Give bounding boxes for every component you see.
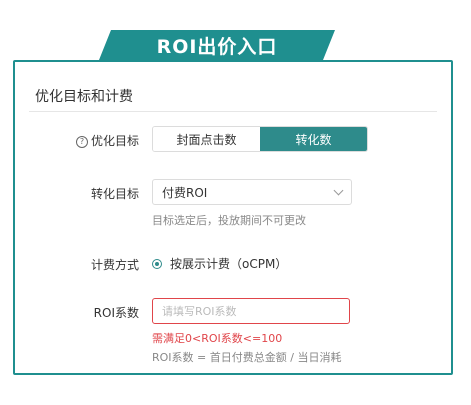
optimization-goal-label: ? 优化目标 (29, 132, 139, 149)
chevron-down-icon (333, 185, 344, 196)
conversion-goal-label: 转化目标 (90, 187, 139, 201)
roi-coefficient-input[interactable] (152, 298, 350, 324)
billing-option-label: 按展示计费（oCPM） (170, 257, 288, 271)
section-divider (29, 111, 437, 112)
billing-option-ocpm[interactable]: 按展示计费（oCPM） (152, 255, 287, 272)
optimization-goal-label-text: 优化目标 (90, 134, 139, 148)
roi-coefficient-label: ROI系数 (93, 306, 139, 320)
roi-validation-error: 需满足0<ROI系数<=100 (152, 332, 283, 345)
conversion-goal-value: 付费ROI (162, 185, 208, 200)
billing-method-label: 计费方式 (90, 258, 139, 272)
roi-formula-hint: ROI系数 = 首日付费总金额 / 当日消耗 (152, 351, 342, 364)
optimization-goal-segmented-control: 封面点击数 转化数 (152, 126, 368, 152)
banner-title: ROI出价入口 (156, 35, 278, 58)
help-icon[interactable]: ? (75, 136, 88, 148)
option-conversions[interactable]: 转化数 (260, 127, 367, 151)
radio-selected-icon[interactable] (152, 258, 162, 269)
conversion-goal-hint: 目标选定后，投放期间不可更改 (152, 214, 306, 227)
conversion-goal-select[interactable]: 付费ROI (152, 179, 352, 205)
option-cover-clicks[interactable]: 封面点击数 (153, 127, 260, 151)
roi-bid-entry-banner: ROI出价入口 (99, 30, 335, 60)
section-title: 优化目标和计费 (35, 89, 133, 105)
optimization-billing-panel: 优化目标和计费 ? 优化目标 封面点击数 转化数 转化目标 付费ROI 目标选定后… (13, 60, 453, 375)
